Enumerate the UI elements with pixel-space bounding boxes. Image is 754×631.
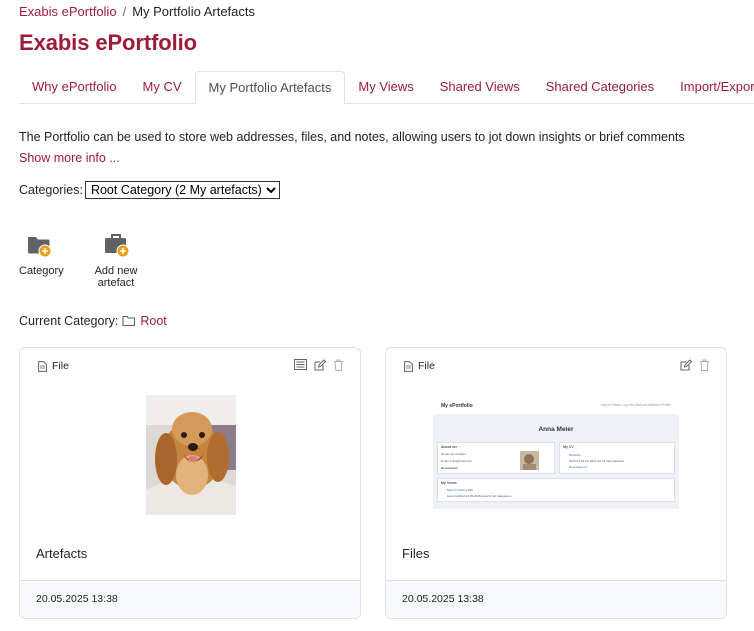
preview-about-title: About me [441, 445, 458, 449]
folder-add-icon [28, 237, 52, 258]
current-category: Current Category: Root [19, 314, 167, 328]
show-more-link[interactable]: Show more info ... [19, 151, 120, 165]
card-actions [294, 359, 344, 371]
preview-avatar [520, 451, 539, 470]
card-footer: 20.05.2025 13:38 [386, 580, 726, 618]
tab-my-views[interactable]: My Views [345, 71, 426, 104]
dog-photo [146, 395, 236, 515]
preview-about-row: Email: anna@mail.com [441, 459, 472, 463]
current-category-label: Current Category: [19, 314, 119, 328]
portfolio-screenshot-thumbnail[interactable]: My ePortfolio Import Views Log Into Maha… [433, 400, 679, 509]
card-date: 20.05.2025 13:38 [36, 593, 118, 605]
add-artefact-label: Add new artefact [94, 265, 138, 289]
add-category-label: Category [19, 265, 64, 277]
card-footer: 20.05.2025 13:38 [20, 580, 360, 618]
tab-why-eportfolio[interactable]: Why ePortfolio [19, 71, 130, 104]
tab-shared-categories[interactable]: Shared Categories [533, 71, 667, 104]
card-title[interactable]: Files [402, 546, 429, 561]
briefcase-add-icon [105, 234, 130, 258]
preview-cv-text: 2020-01-01 bis 2021-12-31 Informatikerin [569, 459, 625, 463]
preview-cv-box: My CV Beruflich 2020-01-01 bis 2021-12-3… [559, 442, 675, 474]
preview-about-box: About me Name: Anna Meier Email: anna@ma… [437, 442, 555, 474]
preview-about-row: Description: [441, 466, 459, 470]
preview-views-text: Last modified 20.05.2025 Ansicht mit Kat… [447, 494, 512, 498]
folder-outline-icon [122, 315, 136, 327]
breadcrumb-root-link[interactable]: Exabis ePortfolio [19, 4, 117, 19]
add-artefact-button[interactable]: Add new artefact [76, 232, 156, 289]
tab-import-export[interactable]: Import/Export [667, 71, 754, 104]
categories-label: Categories: [19, 183, 83, 197]
tab-shared-views[interactable]: Shared Views [427, 71, 533, 104]
trash-icon[interactable] [333, 359, 344, 371]
preview-cv-link: Beruflich [569, 453, 581, 457]
preview-cv-more: Download CV [569, 465, 588, 469]
page-title: Exabis ePortfolio [19, 30, 198, 55]
card-date: 20.05.2025 13:38 [402, 593, 484, 605]
card-actions [680, 359, 710, 371]
preview-cv-title: My CV [563, 445, 574, 449]
breadcrumb-current: My Portfolio Artefacts [132, 4, 256, 19]
tab-my-cv[interactable]: My CV [130, 71, 195, 104]
preview-views-box: My Views Mein Portfolio 2025 Last modifi… [437, 478, 675, 502]
trash-icon[interactable] [699, 359, 710, 371]
artefact-card[interactable]: File Artefacts 20.05.2025 13:38 [19, 347, 361, 619]
card-type-label: File [52, 360, 69, 372]
card-type: File [404, 360, 435, 372]
current-category-link[interactable]: Root [140, 314, 166, 328]
preview-views-link: Mein Portfolio 2025 [447, 488, 473, 492]
file-icon [38, 360, 47, 372]
breadcrumb: Exabis ePortfolio / My Portfolio Artefacts [19, 4, 255, 19]
tab-my-portfolio-artefacts[interactable]: My Portfolio Artefacts [194, 71, 346, 105]
preview-views-title: My Views [441, 481, 457, 485]
list-icon[interactable] [294, 359, 307, 371]
tab-bar: Why ePortfolio My CV My Portfolio Artefa… [19, 71, 754, 105]
edit-icon[interactable] [314, 359, 326, 371]
card-type-label: File [418, 360, 435, 372]
intro-text: The Portfolio can be used to store web a… [19, 130, 685, 144]
category-selector: Categories: Root Category (2 My artefact… [19, 181, 280, 199]
preview-person: Anna Meier [538, 426, 574, 433]
artefact-card[interactable]: File My ePortfolio Import Views Log Into… [385, 347, 727, 619]
preview-brand: My ePortfolio [441, 403, 473, 409]
card-type: File [38, 360, 69, 372]
preview-about-row: Name: Anna Meier [441, 452, 466, 456]
edit-icon[interactable] [680, 359, 692, 371]
dog-photo-thumbnail[interactable] [146, 395, 236, 520]
file-icon [404, 360, 413, 372]
preview-nav: Import Views Log Into Mahara Mahara Prof… [600, 403, 671, 407]
card-title[interactable]: Artefacts [36, 546, 87, 561]
breadcrumb-separator: / [122, 4, 127, 19]
category-select[interactable]: Root Category (2 My artefacts) [84, 181, 280, 199]
add-category-button[interactable]: Category [19, 232, 64, 277]
